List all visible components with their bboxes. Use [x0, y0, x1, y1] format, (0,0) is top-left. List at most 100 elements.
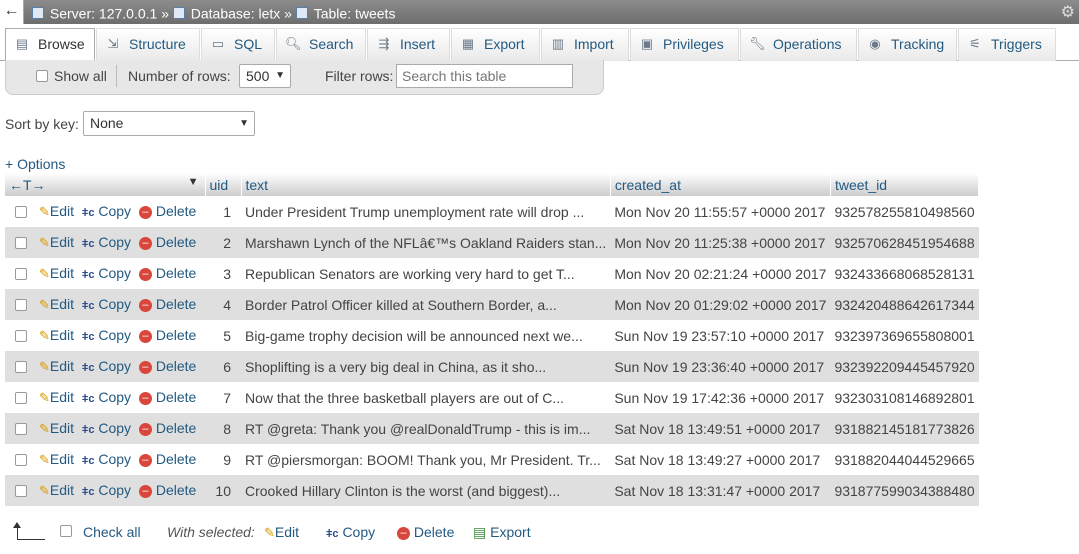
row-delete-button[interactable]: – Delete	[138, 358, 196, 374]
row-delete-button[interactable]: – Delete	[138, 234, 196, 250]
row-edit-button[interactable]: ✎Edit	[39, 451, 74, 467]
row-delete-button[interactable]: – Delete	[138, 296, 196, 312]
table-row[interactable]: ✎Edit ǂc Copy – Delete 4 Border Patrol Off…	[5, 289, 979, 320]
row-copy-button[interactable]: ǂc Copy	[82, 482, 131, 498]
row-edit-button[interactable]: ✎Edit	[39, 234, 74, 250]
cell-text[interactable]: RT @greta: Thank you @realDonaldTrump - …	[241, 413, 611, 444]
row-checkbox[interactable]	[15, 423, 27, 436]
row-checkbox[interactable]	[15, 206, 27, 219]
table-row[interactable]: ✎Edit ǂc Copy – Delete 2 Marshawn Lynch of…	[5, 227, 979, 258]
check-all-checkbox[interactable]	[60, 525, 72, 537]
row-edit-button[interactable]: ✎Edit	[39, 203, 74, 219]
cell-tweet-id[interactable]: 932433668068528131	[830, 258, 979, 289]
row-delete-button[interactable]: – Delete	[138, 203, 196, 219]
cell-uid[interactable]: 9	[205, 444, 241, 475]
cell-created-at[interactable]: Sat Nov 18 13:49:51 +0000 2017	[610, 413, 831, 444]
cell-created-at[interactable]: Sun Nov 19 23:36:40 +0000 2017	[610, 351, 831, 382]
bulk-export-button[interactable]: ▤ Export	[473, 524, 531, 541]
cell-uid[interactable]: 4	[205, 289, 241, 320]
row-edit-button[interactable]: ✎Edit	[39, 420, 74, 436]
cell-tweet-id[interactable]: 932303108146892801	[830, 382, 979, 413]
row-copy-button[interactable]: ǂc Copy	[82, 265, 131, 281]
cell-tweet-id[interactable]: 932392209445457920	[830, 351, 979, 382]
row-copy-button[interactable]: ǂc Copy	[82, 358, 131, 374]
row-edit-button[interactable]: ✎Edit	[39, 358, 74, 374]
cell-created-at[interactable]: Mon Nov 20 11:25:38 +0000 2017	[610, 227, 831, 258]
row-delete-button[interactable]: – Delete	[138, 451, 196, 467]
bulk-delete-button[interactable]: – Delete	[397, 524, 454, 540]
row-edit-button[interactable]: ✎Edit	[39, 265, 74, 281]
tab-search[interactable]: 🔍︎ Search	[276, 28, 366, 61]
cell-uid[interactable]: 2	[205, 227, 241, 258]
breadcrumb-database[interactable]: Database: letx	[191, 5, 281, 21]
bulk-edit-button[interactable]: ✎Edit	[264, 524, 299, 541]
cell-text[interactable]: Now that the three basketball players ar…	[241, 382, 611, 413]
table-row[interactable]: ✎Edit ǂc Copy – Delete 3 Republican Senato…	[5, 258, 979, 289]
tab-sql[interactable]: ▭ SQL	[201, 28, 275, 61]
row-checkbox[interactable]	[15, 361, 27, 374]
tab-tracking[interactable]: ◉ Tracking	[858, 28, 957, 61]
cell-uid[interactable]: 8	[205, 413, 241, 444]
sort-by-key-select[interactable]: None ▼	[83, 111, 255, 136]
table-row[interactable]: ✎Edit ǂc Copy – Delete 8 RT @greta: Thank …	[5, 413, 979, 444]
row-copy-button[interactable]: ǂc Copy	[82, 451, 131, 467]
cell-text[interactable]: Big-game trophy decision will be announc…	[241, 320, 611, 351]
tab-structure[interactable]: ⇲ Structure	[96, 28, 200, 61]
cell-created-at[interactable]: Sun Nov 19 17:42:36 +0000 2017	[610, 382, 831, 413]
cell-tweet-id[interactable]: 932570628451954688	[830, 227, 979, 258]
tab-browse[interactable]: ▤ Browse	[5, 28, 95, 62]
row-copy-button[interactable]: ǂc Copy	[82, 420, 131, 436]
table-row[interactable]: ✎Edit ǂc Copy – Delete 9 RT @piersmorgan: …	[5, 444, 979, 475]
bulk-copy-button[interactable]: ǂc Copy	[326, 524, 375, 540]
row-checkbox[interactable]	[15, 454, 27, 467]
filter-rows-input[interactable]: Search this table	[396, 64, 573, 88]
row-checkbox[interactable]	[15, 237, 27, 250]
row-delete-button[interactable]: – Delete	[138, 327, 196, 343]
table-row[interactable]: ✎Edit ǂc Copy – Delete 5 Big-game trophy d…	[5, 320, 979, 351]
cell-tweet-id[interactable]: 932578255810498560	[830, 196, 979, 227]
row-copy-button[interactable]: ǂc Copy	[82, 296, 131, 312]
tab-insert[interactable]: ⇶ Insert	[367, 28, 450, 61]
cell-created-at[interactable]: Mon Nov 20 02:21:24 +0000 2017	[610, 258, 831, 289]
cell-uid[interactable]: 3	[205, 258, 241, 289]
cell-text[interactable]: Under President Trump unemployment rate …	[241, 196, 611, 227]
cell-uid[interactable]: 7	[205, 382, 241, 413]
cell-text[interactable]: Crooked Hillary Clinton is the worst (an…	[241, 475, 611, 506]
row-delete-button[interactable]: – Delete	[138, 420, 196, 436]
number-of-rows-select[interactable]: 500 ▼	[239, 64, 291, 88]
row-checkbox[interactable]	[15, 485, 27, 498]
tab-operations[interactable]: 🔧︎ Operations	[740, 28, 857, 61]
row-copy-button[interactable]: ǂc Copy	[82, 234, 131, 250]
row-checkbox[interactable]	[15, 268, 27, 281]
row-checkbox[interactable]	[15, 330, 27, 343]
breadcrumb-server[interactable]: Server: 127.0.0.1	[50, 5, 157, 21]
column-resize-arrows-icon[interactable]: ←T→	[9, 177, 46, 193]
cell-text[interactable]: Marshawn Lynch of the NFLâ€™s Oakland Ra…	[241, 227, 611, 258]
show-all-checkbox[interactable]	[36, 70, 48, 82]
column-header-uid[interactable]: uid	[205, 173, 242, 196]
cell-created-at[interactable]: Sun Nov 19 23:57:10 +0000 2017	[610, 320, 831, 351]
row-copy-button[interactable]: ǂc Copy	[82, 389, 131, 405]
table-row[interactable]: ✎Edit ǂc Copy – Delete 1 Under President T…	[5, 196, 979, 227]
column-header-text[interactable]: text	[241, 173, 611, 196]
cell-created-at[interactable]: Mon Nov 20 11:55:57 +0000 2017	[610, 196, 831, 227]
back-arrow-icon[interactable]: ←	[0, 0, 24, 24]
table-row[interactable]: ✎Edit ǂc Copy – Delete 7 Now that the thre…	[5, 382, 979, 413]
cell-text[interactable]: Republican Senators are working very har…	[241, 258, 611, 289]
breadcrumb-table[interactable]: Table: tweets	[314, 5, 396, 21]
cell-tweet-id[interactable]: 931882044044529665	[830, 444, 979, 475]
row-copy-button[interactable]: ǂc Copy	[82, 327, 131, 343]
show-all-label[interactable]: Show all	[54, 68, 107, 84]
cell-created-at[interactable]: Sat Nov 18 13:31:47 +0000 2017	[610, 475, 831, 506]
column-menu-chevron-icon[interactable]: ▼	[188, 176, 199, 188]
cell-uid[interactable]: 5	[205, 320, 241, 351]
gear-icon[interactable]: ⚙	[1061, 2, 1075, 22]
row-edit-button[interactable]: ✎Edit	[39, 327, 74, 343]
row-delete-button[interactable]: – Delete	[138, 389, 196, 405]
cell-text[interactable]: Shoplifting is a very big deal in China,…	[241, 351, 611, 382]
tab-import[interactable]: ▥ Import	[541, 28, 629, 61]
row-copy-button[interactable]: ǂc Copy	[82, 203, 131, 219]
cell-tweet-id[interactable]: 931882145181773826	[830, 413, 979, 444]
cell-tweet-id[interactable]: 932397369655808001	[830, 320, 979, 351]
table-row[interactable]: ✎Edit ǂc Copy – Delete 10 Crooked Hillary …	[5, 475, 979, 506]
